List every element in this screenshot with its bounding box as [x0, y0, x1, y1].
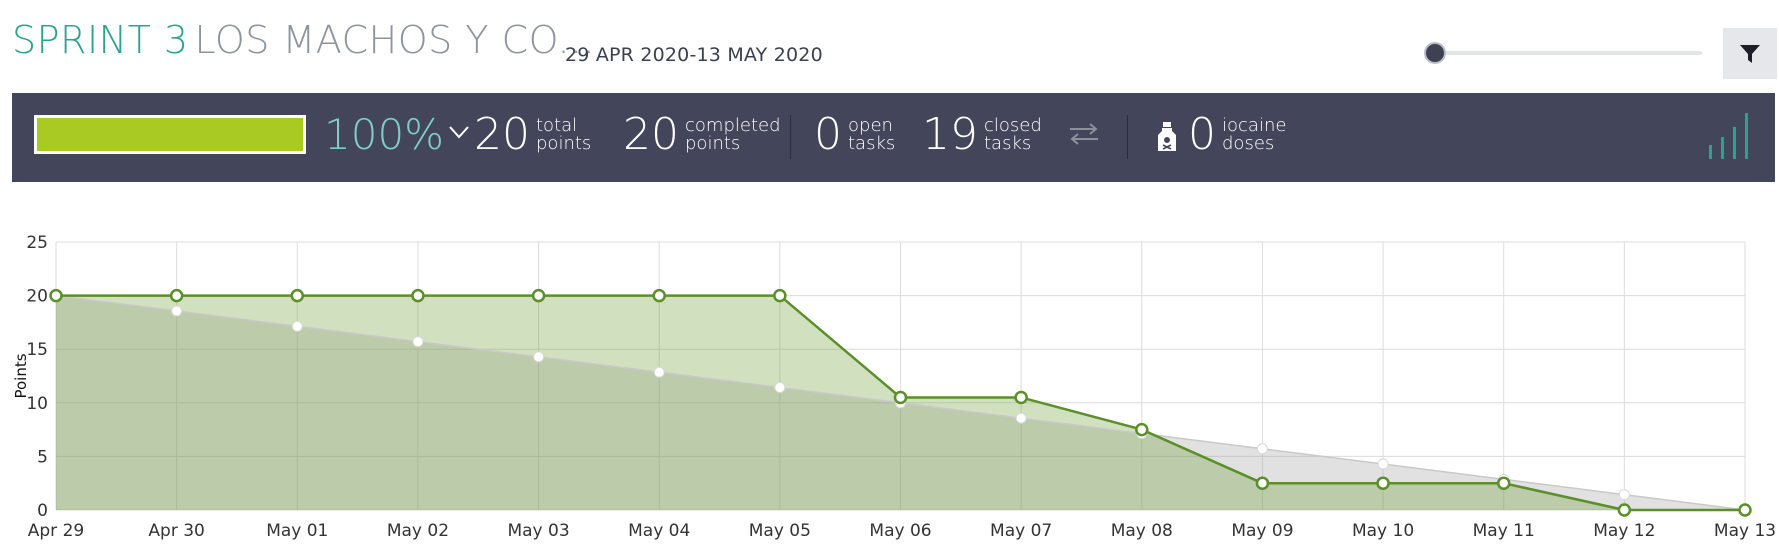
y-tick-label: 25 — [26, 233, 48, 253]
slider-thumb[interactable] — [1424, 42, 1446, 64]
actual-point — [1738, 503, 1752, 517]
ideal-point — [1377, 458, 1389, 470]
x-tick-label: May 07 — [990, 521, 1052, 541]
stats-divider — [790, 115, 791, 159]
y-axis-label: Points — [12, 353, 30, 398]
completed-points-stat: 20 completed points — [623, 105, 781, 165]
x-tick-label: May 03 — [507, 521, 569, 541]
actual-point — [773, 288, 787, 303]
ideal-point — [1256, 443, 1268, 455]
total-points-value: 20 — [474, 109, 530, 160]
x-tick-label: May 12 — [1593, 521, 1655, 541]
sprint-date-range: 29 APR 2020-13 MAY 2020 — [565, 44, 823, 66]
total-points-stat: 20 total points — [474, 105, 591, 165]
filter-icon — [1740, 44, 1760, 63]
x-tick-label: May 04 — [628, 521, 690, 541]
filter-button[interactable] — [1723, 28, 1777, 79]
x-tick-label: Apr 30 — [148, 521, 204, 541]
actual-point — [1617, 503, 1632, 517]
ideal-point — [653, 366, 665, 378]
zoom-slider[interactable] — [1422, 40, 1702, 66]
actual-point — [290, 288, 305, 303]
total-points-label: total points — [536, 115, 592, 154]
burndown-chart: 0510152025Apr 29 Apr 30 May 01 May 02 May 03… — [12, 233, 1776, 541]
slider-track[interactable] — [1440, 51, 1702, 55]
actual-point — [531, 288, 546, 303]
x-tick-label: Apr 29 — [28, 521, 84, 541]
x-tick-label: May 13 — [1714, 521, 1776, 541]
actual-point — [411, 288, 425, 303]
x-tick-label: May 05 — [749, 521, 811, 541]
ideal-point — [1618, 489, 1630, 501]
x-tick-label: May 11 — [1473, 521, 1535, 541]
signal-bars-icon[interactable] — [1707, 109, 1757, 161]
progress-fill — [37, 118, 303, 151]
ideal-point — [412, 336, 424, 348]
completed-points-label: completed points — [685, 115, 781, 154]
sprint-label: SPRINT 3 — [12, 18, 189, 62]
actual-point — [893, 390, 908, 405]
y-tick-label: 0 — [37, 501, 48, 521]
swap-arrows-icon[interactable] — [1067, 119, 1101, 149]
x-tick-label: May 09 — [1231, 521, 1293, 541]
iocaine-potion-icon — [1158, 122, 1176, 151]
completed-points-value: 20 — [623, 109, 679, 160]
actual-point — [1135, 422, 1149, 437]
closed-tasks-value: 19 — [922, 109, 978, 160]
project-name[interactable]: LOS MACHOS Y CO... — [195, 18, 596, 62]
ideal-point — [171, 305, 183, 317]
y-tick-label: 5 — [37, 447, 48, 467]
sprint-title: SPRINT 3 LOS MACHOS Y CO... — [12, 18, 595, 62]
x-tick-label: May 02 — [387, 521, 449, 541]
ideal-point — [1015, 412, 1027, 424]
open-tasks-stat: 0 open tasks — [814, 105, 895, 165]
closed-tasks-label: closed tasks — [984, 115, 1042, 154]
ideal-point — [291, 320, 303, 332]
progress-bar — [34, 115, 306, 154]
iocaine-stat: 0 iocaine doses — [1188, 105, 1286, 165]
actual-point — [49, 288, 63, 303]
iocaine-value: 0 — [1188, 109, 1216, 160]
x-tick-label: May 08 — [1111, 521, 1173, 541]
stats-divider — [1127, 115, 1128, 159]
x-tick-label: May 01 — [266, 521, 328, 541]
actual-point — [1255, 476, 1270, 490]
ideal-point — [774, 381, 786, 393]
progress-percent: 100% — [324, 110, 445, 159]
actual-point — [1376, 476, 1390, 490]
open-tasks-value: 0 — [814, 109, 842, 160]
actual-point — [652, 288, 666, 303]
closed-tasks-stat: 19 closed tasks — [922, 105, 1042, 165]
sprint-header: SPRINT 3 LOS MACHOS Y CO... 29 APR 2020-1… — [0, 0, 1779, 93]
iocaine-label: iocaine doses — [1222, 115, 1287, 154]
actual-point — [1014, 390, 1028, 405]
open-tasks-label: open tasks — [848, 115, 896, 154]
ideal-point — [533, 351, 545, 363]
sprint-stats-bar: 100% 20 total points 20 completed points 0… — [12, 93, 1775, 182]
actual-point — [169, 288, 184, 303]
y-tick-label: 20 — [26, 287, 48, 307]
x-tick-label: May 06 — [869, 521, 931, 541]
chevron-down-icon[interactable] — [448, 123, 470, 141]
actual-point — [1496, 476, 1511, 490]
x-tick-label: May 10 — [1352, 521, 1414, 541]
